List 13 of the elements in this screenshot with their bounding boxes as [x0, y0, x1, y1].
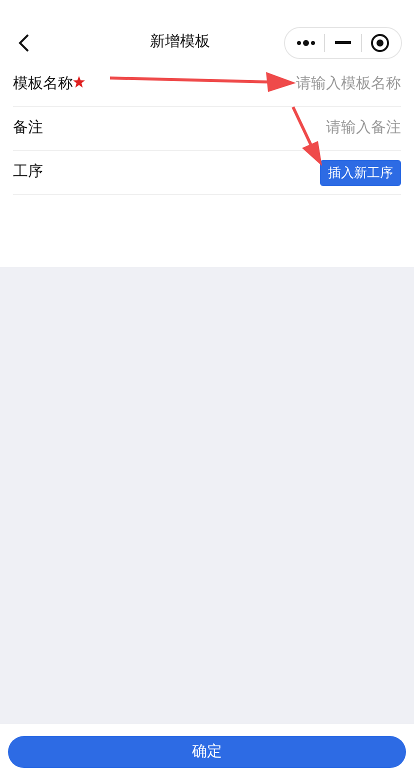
field-label: 工序 — [13, 162, 43, 182]
arrow-annotation — [292, 106, 322, 166]
text-input[interactable]: 请输入备注 — [221, 117, 401, 140]
confirm-button[interactable]: 确定 — [8, 736, 406, 768]
minimize-icon — [334, 41, 351, 44]
page-title: 新增模板 — [150, 32, 210, 52]
field-label: 备注 — [13, 118, 43, 138]
insert-step-button[interactable]: 插入新工序 — [320, 160, 401, 186]
text-input[interactable]: 请输入模板名称 — [221, 73, 401, 96]
close-icon — [370, 32, 390, 52]
more-icon — [296, 40, 316, 46]
back-icon — [18, 32, 30, 52]
field-label: 模板名称 — [13, 74, 73, 94]
